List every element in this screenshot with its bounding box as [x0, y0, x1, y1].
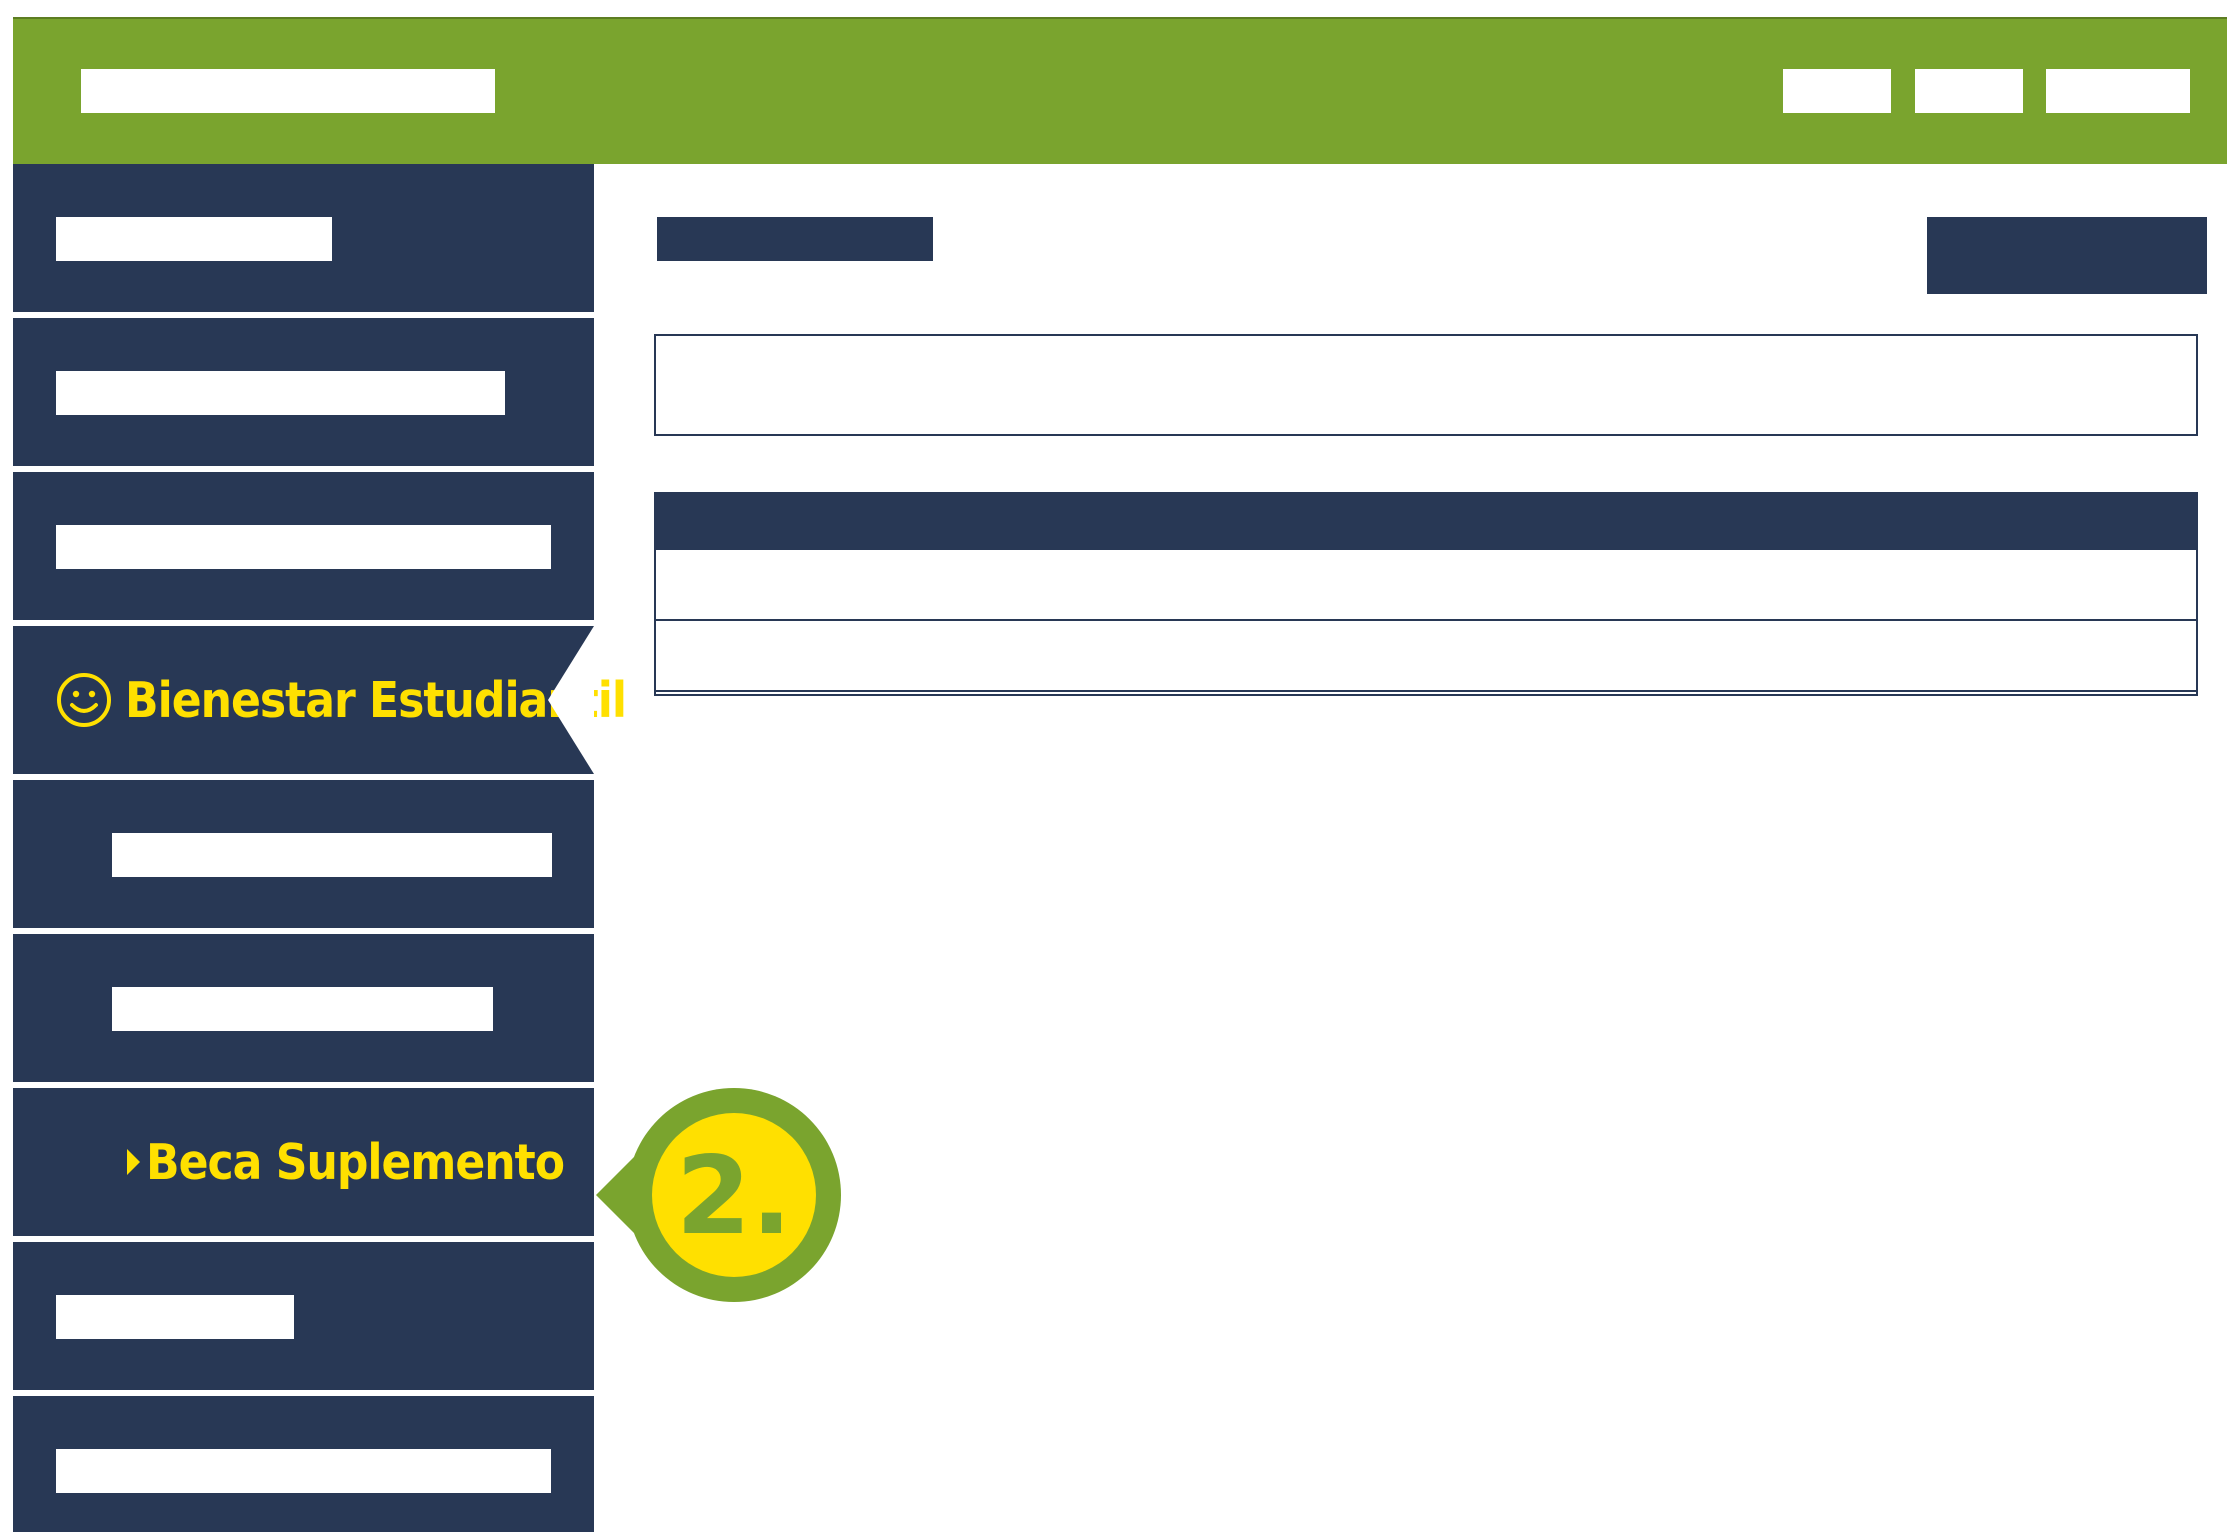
caret-right-icon	[127, 1149, 140, 1175]
sidebar-item-label-placeholder	[112, 987, 493, 1031]
sidebar-item-3[interactable]	[13, 472, 594, 620]
sidebar-item-5[interactable]	[13, 1396, 594, 1532]
table-row[interactable]	[656, 550, 2196, 620]
table-row[interactable]	[656, 621, 2196, 691]
sidebar-item-bienestar-estudiantil[interactable]: Bienestar Estudiantil	[13, 626, 627, 774]
sidebar-item-label-placeholder	[56, 217, 332, 261]
sidebar: Bienestar Estudiantil Beca Suplemento	[13, 164, 627, 1532]
sidebar-item-label-placeholder	[56, 1449, 551, 1493]
sidebar-subitem-1[interactable]	[13, 780, 594, 928]
sidebar-subitem-2[interactable]	[13, 934, 594, 1082]
main-content	[596, 164, 2227, 1532]
step-callout-badge: 2.	[596, 1088, 841, 1302]
sidebar-item-label-placeholder	[56, 371, 505, 415]
sidebar-item-label: Beca Suplemento	[146, 1133, 565, 1191]
data-table	[654, 492, 2198, 696]
search-input[interactable]	[654, 334, 2198, 436]
sidebar-item-1[interactable]	[13, 164, 594, 312]
page-title-placeholder	[657, 217, 933, 261]
primary-action-button[interactable]	[1927, 217, 2207, 294]
top-nav-link-1[interactable]	[1783, 69, 1891, 113]
sidebar-item-2[interactable]	[13, 318, 594, 466]
sidebar-item-content: Beca Suplemento	[127, 1088, 565, 1236]
sidebar-subitem-beca-suplemento[interactable]: Beca Suplemento	[13, 1088, 594, 1236]
sidebar-item-label-placeholder	[112, 833, 552, 877]
smiley-icon	[57, 673, 111, 727]
top-bar	[13, 17, 2227, 164]
sidebar-item-content: Bienestar Estudiantil	[55, 626, 627, 774]
app-window: Bienestar Estudiantil Beca Suplemento 2.	[13, 17, 2227, 1532]
table-header	[656, 494, 2196, 550]
sidebar-item-label-placeholder	[56, 525, 551, 569]
app-title-placeholder	[81, 69, 495, 113]
table-row-divider	[656, 690, 2196, 692]
top-nav-link-3[interactable]	[2046, 69, 2190, 113]
sidebar-item-label-placeholder	[56, 1295, 294, 1339]
active-indicator-notch	[548, 626, 594, 774]
top-nav-link-2[interactable]	[1915, 69, 2023, 113]
sidebar-item-4[interactable]	[13, 1242, 594, 1390]
step-number: 2.	[676, 1134, 792, 1259]
